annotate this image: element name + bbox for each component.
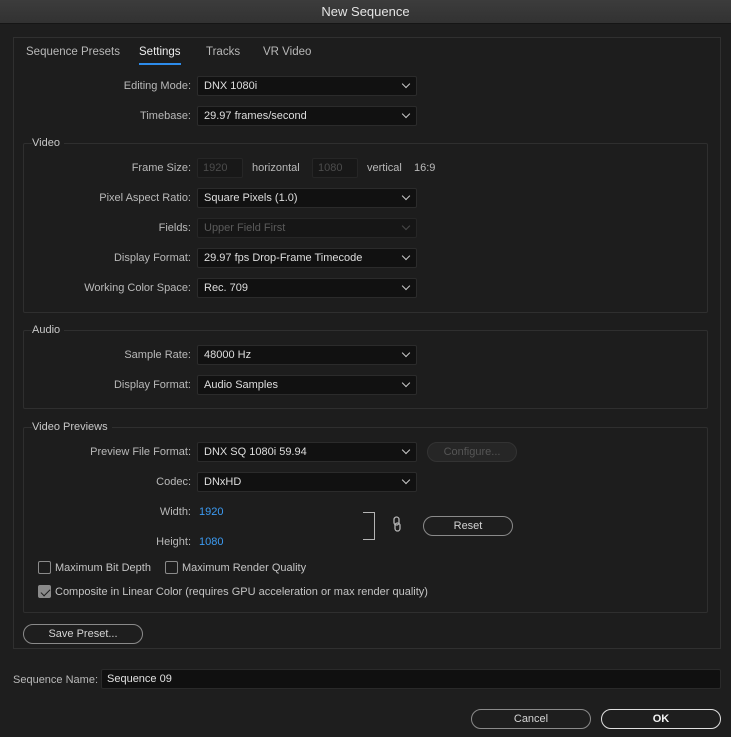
ok-button[interactable]: OK bbox=[601, 709, 721, 729]
preview-width-value[interactable]: 1920 bbox=[199, 505, 223, 519]
fields-label: Fields: bbox=[158, 222, 191, 234]
sample-rate-label: Sample Rate: bbox=[124, 349, 191, 361]
codec-label: Codec: bbox=[156, 476, 191, 488]
timebase-value: 29.97 frames/second bbox=[204, 110, 307, 122]
preview-file-format-value: DNX SQ 1080i 59.94 bbox=[204, 446, 307, 458]
audio-group-title: Audio bbox=[32, 324, 65, 336]
tab-sequence-presets[interactable]: Sequence Presets bbox=[26, 45, 120, 65]
editing-mode-dropdown[interactable]: DNX 1080i bbox=[197, 76, 417, 96]
fields-value: Upper Field First bbox=[204, 222, 286, 234]
vertical-label: vertical bbox=[367, 162, 402, 174]
chevron-down-icon bbox=[401, 109, 411, 119]
chevron-down-icon bbox=[401, 475, 411, 485]
preview-width-label: Width: bbox=[159, 506, 191, 518]
sample-rate-value: 48000 Hz bbox=[204, 349, 252, 361]
max-bit-depth-checkbox[interactable] bbox=[38, 561, 51, 574]
max-render-quality-checkbox[interactable] bbox=[165, 561, 178, 574]
color-space-dropdown[interactable]: Rec. 709 bbox=[197, 278, 417, 298]
sample-rate-dropdown[interactable]: 48000 Hz bbox=[197, 345, 417, 365]
sequence-name-label: Sequence Name: bbox=[13, 674, 98, 686]
reset-button[interactable]: Reset bbox=[423, 516, 513, 536]
window-title: New Sequence bbox=[321, 4, 410, 19]
frame-width-field[interactable]: 1920 bbox=[197, 158, 243, 178]
video-display-format-label: Display Format: bbox=[113, 252, 191, 264]
max-bit-depth-label: Maximum Bit Depth bbox=[55, 562, 151, 574]
video-previews-group-title: Video Previews bbox=[32, 421, 112, 433]
editing-mode-label: Editing Mode: bbox=[123, 80, 191, 92]
video-display-format-value: 29.97 fps Drop-Frame Timecode bbox=[204, 252, 363, 264]
pixel-aspect-label: Pixel Aspect Ratio: bbox=[99, 192, 191, 204]
editing-mode-value: DNX 1080i bbox=[204, 80, 258, 92]
tab-settings[interactable]: Settings bbox=[139, 45, 181, 65]
timebase-dropdown[interactable]: 29.97 frames/second bbox=[197, 106, 417, 126]
chevron-down-icon bbox=[401, 79, 411, 89]
cancel-button[interactable]: Cancel bbox=[471, 709, 591, 729]
preview-height-label: Height: bbox=[156, 536, 191, 548]
link-bracket bbox=[363, 512, 375, 540]
pixel-aspect-dropdown[interactable]: Square Pixels (1.0) bbox=[197, 188, 417, 208]
tab-vr-video[interactable]: VR Video bbox=[263, 45, 311, 65]
preview-height-value[interactable]: 1080 bbox=[199, 535, 223, 549]
frame-size-label: Frame Size: bbox=[131, 162, 191, 174]
preview-file-format-label: Preview File Format: bbox=[90, 446, 191, 458]
codec-value: DNxHD bbox=[204, 476, 242, 488]
audio-display-format-label: Display Format: bbox=[113, 379, 191, 391]
audio-display-format-dropdown[interactable]: Audio Samples bbox=[197, 375, 417, 395]
timebase-label: Timebase: bbox=[140, 110, 191, 122]
sequence-name-input[interactable]: Sequence 09 bbox=[101, 669, 721, 689]
chevron-down-icon bbox=[401, 221, 411, 231]
window-title-bar: New Sequence bbox=[0, 0, 731, 24]
frame-height-field[interactable]: 1080 bbox=[312, 158, 358, 178]
tab-tracks[interactable]: Tracks bbox=[206, 45, 240, 65]
chevron-down-icon bbox=[401, 348, 411, 358]
chevron-down-icon bbox=[401, 251, 411, 261]
codec-dropdown[interactable]: DNxHD bbox=[197, 472, 417, 492]
chevron-down-icon bbox=[401, 445, 411, 455]
horizontal-label: horizontal bbox=[252, 162, 300, 174]
max-render-quality-label: Maximum Render Quality bbox=[182, 562, 307, 574]
color-space-label: Working Color Space: bbox=[84, 282, 191, 294]
chevron-down-icon bbox=[401, 191, 411, 201]
video-display-format-dropdown[interactable]: 29.97 fps Drop-Frame Timecode bbox=[197, 248, 417, 268]
linear-color-label: Composite in Linear Color (requires GPU … bbox=[55, 586, 428, 598]
video-group-title: Video bbox=[32, 137, 64, 149]
aspect-ratio-value: 16:9 bbox=[414, 162, 436, 174]
pixel-aspect-value: Square Pixels (1.0) bbox=[204, 192, 298, 204]
save-preset-button[interactable]: Save Preset... bbox=[23, 624, 143, 644]
chevron-down-icon bbox=[401, 281, 411, 291]
audio-group bbox=[23, 330, 708, 409]
fields-dropdown[interactable]: Upper Field First bbox=[197, 218, 417, 238]
audio-display-format-value: Audio Samples bbox=[204, 379, 278, 391]
chain-link-icon[interactable] bbox=[392, 516, 402, 532]
chevron-down-icon bbox=[401, 378, 411, 388]
color-space-value: Rec. 709 bbox=[204, 282, 249, 294]
configure-button[interactable]: Configure... bbox=[427, 442, 517, 462]
linear-color-checkbox[interactable] bbox=[38, 585, 51, 598]
preview-file-format-dropdown[interactable]: DNX SQ 1080i 59.94 bbox=[197, 442, 417, 462]
